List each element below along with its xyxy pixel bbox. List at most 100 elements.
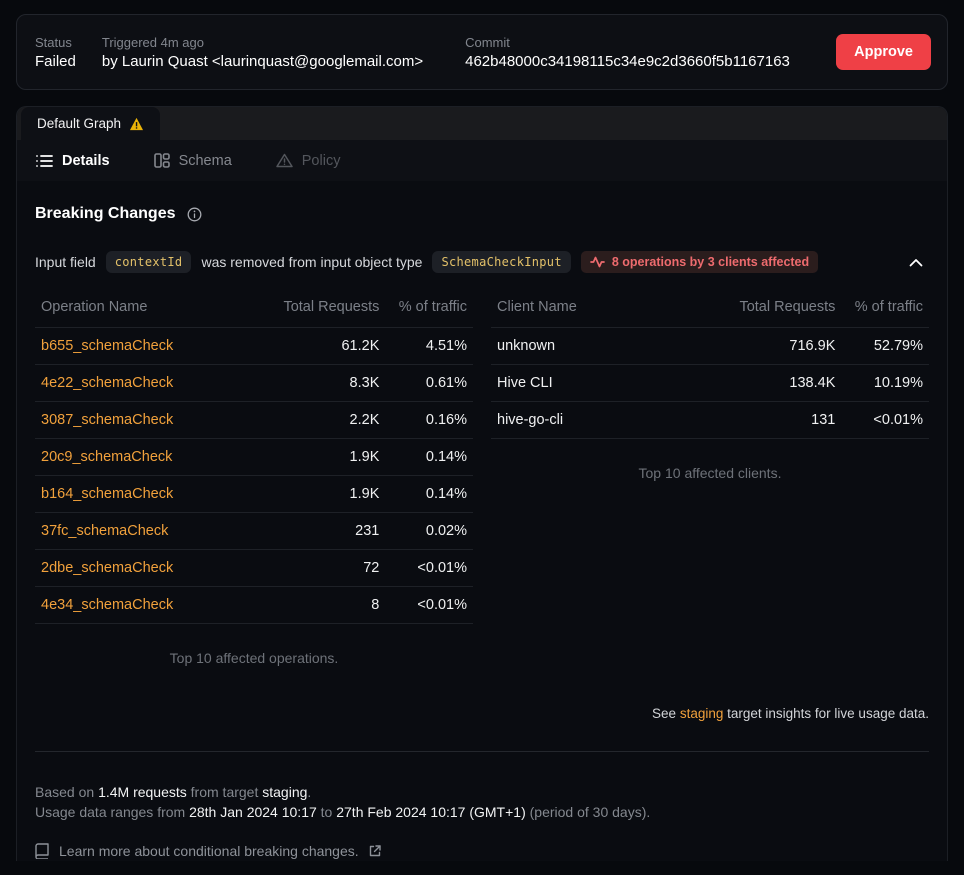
type-name-chip: SchemaCheckInput — [432, 251, 570, 273]
range-post: (period of 30 days). — [526, 804, 651, 820]
based-pre: Based on — [35, 784, 98, 800]
operations-header-traffic: % of traffic — [385, 289, 473, 328]
commit-hash: 462b48000c34198115c34e9c2d3660f5b1167163 — [465, 53, 790, 70]
change-text-prefix: Input field — [35, 254, 96, 270]
numeric-cell: 52.79% — [841, 328, 929, 365]
numeric-cell: 2.2K — [236, 402, 385, 439]
operation-link[interactable]: b655_schemaCheck — [41, 338, 173, 354]
tab-details[interactable]: Details — [36, 153, 110, 169]
range-line: Usage data ranges from 28th Jan 2024 10:… — [35, 802, 929, 822]
based-post: . — [307, 784, 311, 800]
change-text-middle: was removed from input object type — [201, 254, 422, 270]
numeric-cell: 231 — [236, 513, 385, 550]
numeric-cell: 0.14% — [385, 476, 473, 513]
operation-link[interactable]: 2dbe_schemaCheck — [41, 560, 173, 576]
operations-header-requests: Total Requests — [236, 289, 385, 328]
learn-more-link[interactable]: Learn more about conditional breaking ch… — [35, 843, 929, 859]
table-row: Hive CLI138.4K10.19% — [491, 365, 929, 402]
field-name-chip: contextId — [106, 251, 192, 273]
commit-group: Commit 462b48000c34198115c34e9c2d3660f5b… — [465, 35, 790, 70]
affected-operations-badge[interactable]: 8 operations by 3 clients affected — [581, 251, 818, 273]
tab-default-graph[interactable]: Default Graph — [21, 107, 160, 140]
clients-header-requests: Total Requests — [692, 289, 841, 328]
operation-name-cell: 3087_schemaCheck — [35, 402, 236, 439]
operation-name-cell: 2dbe_schemaCheck — [35, 550, 236, 587]
operation-link[interactable]: 3087_schemaCheck — [41, 412, 173, 428]
clients-header-name: Client Name — [491, 289, 692, 328]
insights-note: See staging target insights for live usa… — [35, 706, 929, 721]
book-icon — [35, 843, 49, 859]
operations-header-name: Operation Name — [35, 289, 236, 328]
numeric-cell: 1.9K — [236, 439, 385, 476]
list-icon — [36, 154, 53, 168]
operations-caption: Top 10 affected operations. — [35, 650, 473, 666]
numeric-cell: 8 — [236, 587, 385, 624]
status-value: Failed — [35, 53, 76, 70]
requests-count: 1.4M requests — [98, 784, 187, 800]
external-link-icon — [369, 845, 381, 857]
client-name-cell: unknown — [491, 328, 692, 365]
numeric-cell: 1.9K — [236, 476, 385, 513]
numeric-cell: 0.16% — [385, 402, 473, 439]
numeric-cell: 131 — [692, 402, 841, 439]
table-row: 3087_schemaCheck 2.2K0.16% — [35, 402, 473, 439]
warning-triangle-icon — [276, 153, 293, 168]
table-row: hive-go-cli131<0.01% — [491, 402, 929, 439]
affected-badge-label: 8 operations by 3 clients affected — [612, 255, 809, 269]
operation-name-cell: 4e22_schemaCheck — [35, 365, 236, 402]
clients-table: Client Name Total Requests % of traffic … — [491, 289, 929, 439]
tab-policy[interactable]: Policy — [276, 153, 341, 169]
client-name-cell: hive-go-cli — [491, 402, 692, 439]
commit-label: Commit — [465, 35, 790, 50]
operation-link[interactable]: 20c9_schemaCheck — [41, 449, 172, 465]
range-to-word: to — [317, 804, 336, 820]
triggered-group: Triggered 4m ago by Laurin Quast <laurin… — [102, 35, 423, 70]
tab-schema[interactable]: Schema — [154, 153, 232, 169]
operation-link[interactable]: b164_schemaCheck — [41, 486, 173, 502]
triggered-author: by Laurin Quast <laurinquast@googlemail.… — [102, 53, 423, 70]
numeric-cell: 716.9K — [692, 328, 841, 365]
numeric-cell: 0.61% — [385, 365, 473, 402]
table-row: 20c9_schemaCheck 1.9K0.14% — [35, 439, 473, 476]
learn-more-label: Learn more about conditional breaking ch… — [59, 843, 359, 859]
operation-link[interactable]: 4e22_schemaCheck — [41, 375, 173, 391]
numeric-cell: <0.01% — [841, 402, 929, 439]
numeric-cell: 10.19% — [841, 365, 929, 402]
numeric-cell: <0.01% — [385, 550, 473, 587]
numeric-cell: 72 — [236, 550, 385, 587]
details-panel: Breaking Changes Input field contextId w… — [17, 181, 947, 861]
status-label: Status — [35, 35, 76, 50]
insights-note-pre: See — [652, 706, 680, 721]
staging-target-link[interactable]: staging — [680, 706, 724, 721]
triggered-label: Triggered 4m ago — [102, 35, 423, 50]
usage-footer: Based on 1.4M requests from target stagi… — [35, 782, 929, 823]
operation-link[interactable]: 4e34_schemaCheck — [41, 597, 173, 613]
collapse-chevron-icon[interactable] — [909, 258, 923, 267]
range-from-date: 28th Jan 2024 10:17 — [189, 804, 317, 820]
section-title: Breaking Changes — [35, 205, 175, 223]
clients-header-traffic: % of traffic — [841, 289, 929, 328]
operation-name-cell: 20c9_schemaCheck — [35, 439, 236, 476]
range-to-date: 27th Feb 2024 10:17 (GMT+1) — [336, 804, 526, 820]
based-mid: from target — [187, 784, 262, 800]
operation-name-cell: b164_schemaCheck — [35, 476, 236, 513]
tab-details-label: Details — [62, 153, 110, 169]
detail-tabs: Details Schema Policy — [17, 140, 947, 181]
numeric-cell: 0.14% — [385, 439, 473, 476]
client-name-cell: Hive CLI — [491, 365, 692, 402]
operation-name-cell: 4e34_schemaCheck — [35, 587, 236, 624]
table-row: 4e34_schemaCheck8<0.01% — [35, 587, 473, 624]
approve-button[interactable]: Approve — [836, 34, 931, 70]
info-icon[interactable] — [187, 207, 202, 222]
pulse-icon — [590, 256, 605, 268]
operation-name-cell: b655_schemaCheck — [35, 328, 236, 365]
warning-icon — [129, 117, 144, 131]
operation-link[interactable]: 37fc_schemaCheck — [41, 523, 168, 539]
insights-note-post: target insights for live usage data. — [723, 706, 929, 721]
clients-column: Client Name Total Requests % of traffic … — [491, 289, 929, 666]
table-row: b655_schemaCheck61.2K4.51% — [35, 328, 473, 365]
tab-policy-label: Policy — [302, 153, 341, 169]
table-row: unknown716.9K52.79% — [491, 328, 929, 365]
numeric-cell: 138.4K — [692, 365, 841, 402]
table-row: b164_schemaCheck 1.9K0.14% — [35, 476, 473, 513]
